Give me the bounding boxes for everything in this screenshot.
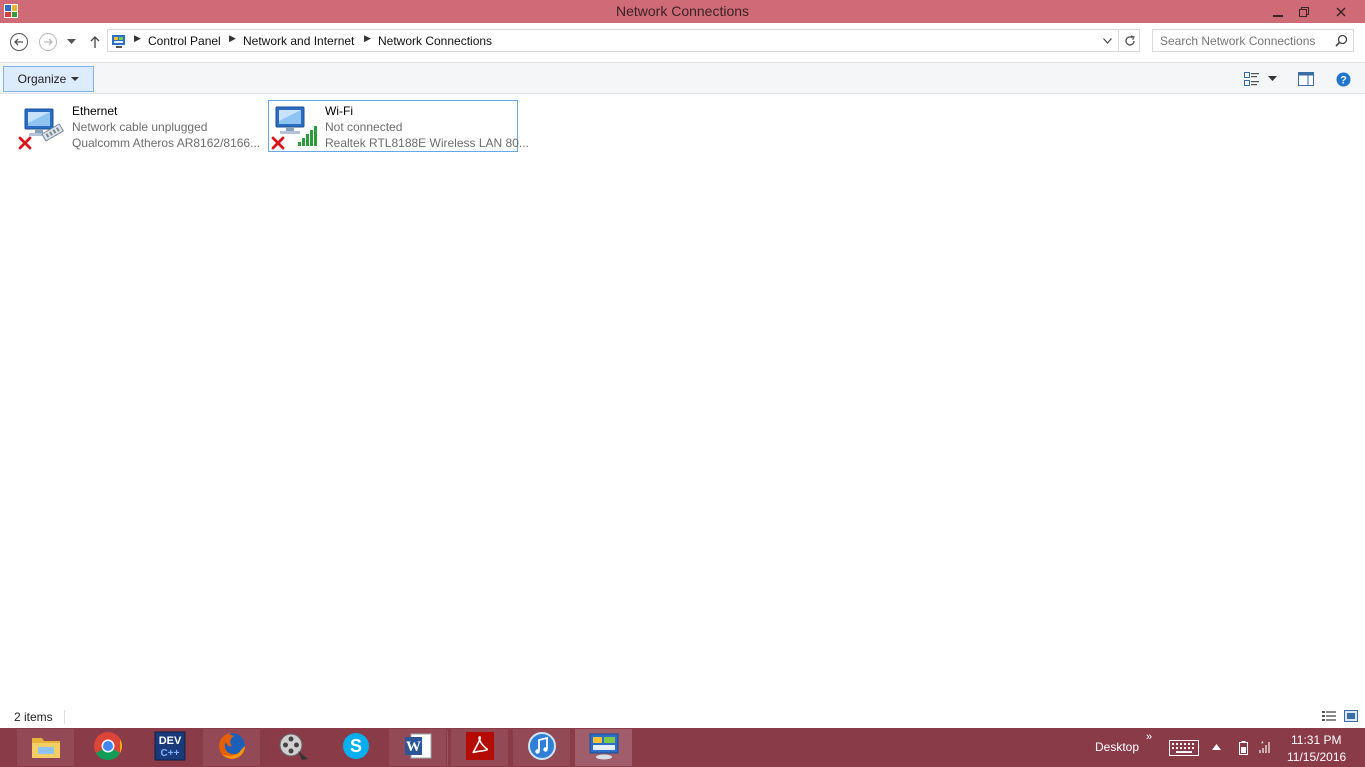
svg-text:*: * (1261, 741, 1264, 748)
taskbar-firefox[interactable] (203, 729, 260, 766)
chrome-icon (93, 731, 123, 764)
taskbar-control-panel[interactable] (575, 729, 632, 766)
status-divider (64, 710, 65, 724)
word-icon: W (403, 731, 433, 764)
red-x-icon (271, 136, 285, 150)
taskbar: DEV C++ S W Desktop » * 11:31 PM 11/15/2… (0, 728, 1365, 767)
view-options-chevron-icon[interactable] (1264, 70, 1280, 88)
window-title: Network Connections (615, 3, 750, 19)
file-explorer-icon (30, 732, 62, 763)
preview-pane-icon[interactable] (1297, 70, 1315, 88)
desktop-toolbar-label[interactable]: Desktop (1095, 740, 1139, 754)
connection-item-wifi[interactable]: Wi-Fi Not connected Realtek RTL8188E Wir… (268, 100, 529, 152)
connection-status: Network cable unplugged (72, 120, 208, 134)
chevron-right-icon[interactable]: » (1146, 731, 1152, 743)
up-arrow-icon[interactable] (84, 31, 106, 53)
movie-maker-icon (278, 731, 310, 764)
connection-name: Ethernet (72, 104, 118, 118)
network-status-icon[interactable]: * (1258, 740, 1272, 754)
title-bar: Network Connections (0, 0, 1365, 23)
taskbar-file-explorer[interactable] (17, 729, 74, 766)
close-button[interactable] (1327, 0, 1355, 23)
organize-label: Organize (17, 72, 67, 86)
connection-status: Not connected (325, 120, 403, 134)
clock-date[interactable]: 11/15/2016 (1287, 750, 1346, 764)
search-box[interactable] (1152, 29, 1354, 52)
item-count: 2 items (14, 710, 53, 724)
keyboard-icon[interactable] (1169, 740, 1199, 756)
restore-button[interactable] (1291, 0, 1317, 23)
caret-down-icon (71, 77, 80, 81)
firefox-icon (217, 731, 247, 764)
command-bar: Organize ? (0, 62, 1365, 94)
taskbar-chrome[interactable] (79, 729, 136, 766)
refresh-icon[interactable] (1118, 30, 1140, 51)
address-bar[interactable]: ▶ Control Panel ▶ Network and Internet ▶… (107, 29, 1140, 52)
breadcrumb-separator-icon[interactable]: ▶ (364, 33, 371, 44)
itunes-icon (527, 731, 557, 764)
organize-button[interactable]: Organize (3, 66, 94, 92)
breadcrumb-control-panel[interactable]: Control Panel (148, 34, 221, 48)
control-panel-icon (588, 731, 620, 764)
red-x-icon (18, 136, 32, 150)
connection-device: Qualcomm Atheros AR8162/8166... (72, 136, 261, 150)
search-input[interactable] (1153, 30, 1333, 51)
taskbar-dev-cpp[interactable]: DEV C++ (141, 729, 198, 766)
breadcrumb-network-and-internet[interactable]: Network and Internet (243, 34, 354, 48)
help-icon[interactable]: ? (1334, 70, 1352, 88)
dev-cpp-icon: DEV C++ (154, 731, 186, 764)
taskbar-skype[interactable]: S (327, 729, 384, 766)
change-view-icon[interactable] (1243, 70, 1261, 88)
forward-arrow-icon[interactable] (37, 31, 59, 53)
connection-name: Wi-Fi (325, 104, 353, 118)
clock-time[interactable]: 11:31 PM (1291, 733, 1341, 747)
svg-text:?: ? (1340, 74, 1347, 86)
address-history-chevron-icon[interactable] (1097, 30, 1117, 51)
taskbar-movie-maker[interactable] (265, 729, 322, 766)
svg-text:DEV: DEV (158, 735, 181, 747)
connection-device: Realtek RTL8188E Wireless LAN 80... (325, 136, 529, 150)
battery-icon[interactable] (1239, 741, 1248, 755)
svg-text:W: W (406, 739, 421, 755)
chevron-down-icon[interactable] (62, 31, 80, 53)
status-bar: 2 items (0, 706, 1365, 728)
large-icons-view-icon[interactable] (1343, 709, 1359, 723)
minimize-button[interactable] (1265, 0, 1291, 23)
search-icon[interactable] (1335, 34, 1348, 47)
svg-text:S: S (349, 736, 361, 756)
back-arrow-icon[interactable] (8, 31, 30, 53)
show-hidden-icons-icon[interactable] (1212, 744, 1221, 750)
control-panel-icon (111, 33, 127, 49)
connection-item-ethernet[interactable]: Ethernet Network cable unplugged Qualcom… (15, 100, 265, 152)
taskbar-adobe-reader[interactable] (451, 729, 508, 766)
breadcrumb-separator-icon[interactable]: ▶ (134, 33, 141, 44)
skype-icon: S (341, 731, 371, 764)
breadcrumb-separator-icon[interactable]: ▶ (229, 33, 236, 44)
taskbar-itunes[interactable] (513, 729, 570, 766)
breadcrumb-network-connections[interactable]: Network Connections (378, 34, 492, 48)
svg-text:C++: C++ (160, 748, 179, 759)
details-view-icon[interactable] (1321, 709, 1337, 723)
adobe-reader-icon (465, 731, 495, 764)
taskbar-divider (447, 730, 448, 766)
taskbar-word[interactable]: W (389, 729, 446, 766)
